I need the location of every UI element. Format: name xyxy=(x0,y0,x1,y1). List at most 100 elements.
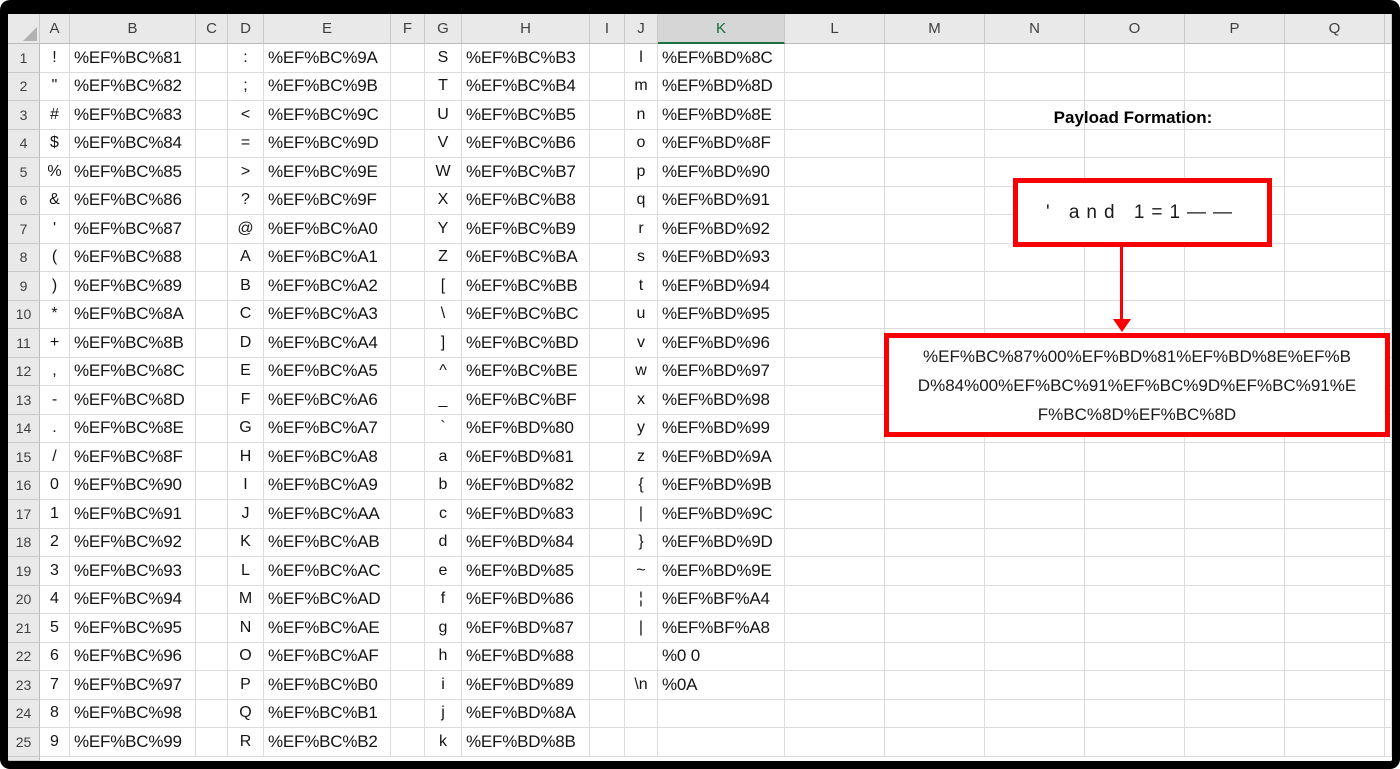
cell-A18[interactable]: 2 xyxy=(40,528,70,557)
cell-Q17[interactable] xyxy=(1285,500,1385,529)
cell-A13[interactable]: - xyxy=(40,386,70,415)
cell-B4[interactable]: %EF%BC%84 xyxy=(70,129,196,158)
cell-H1[interactable]: %EF%BC%B3 xyxy=(462,44,590,73)
cell-P6[interactable] xyxy=(1185,186,1285,215)
cell-A16[interactable]: 0 xyxy=(40,471,70,500)
cell-C9[interactable] xyxy=(196,272,228,301)
cell-H13[interactable]: %EF%BC%BF xyxy=(462,386,590,415)
cell-E8[interactable]: %EF%BC%A1 xyxy=(264,243,391,272)
cell-K23[interactable]: %0A xyxy=(658,671,785,700)
cell-Q14[interactable] xyxy=(1285,414,1385,443)
cell-partial-24[interactable] xyxy=(1385,699,1392,728)
cell-J3[interactable]: n xyxy=(625,101,658,130)
cell-L18[interactable] xyxy=(785,528,885,557)
cell-partial-4[interactable] xyxy=(1385,129,1392,158)
cell-H8[interactable]: %EF%BC%BA xyxy=(462,243,590,272)
cell-Q10[interactable] xyxy=(1285,300,1385,329)
cell-C15[interactable] xyxy=(196,443,228,472)
cell-O20[interactable] xyxy=(1085,585,1185,614)
cell-H9[interactable]: %EF%BC%BB xyxy=(462,272,590,301)
cell-partial-21[interactable] xyxy=(1385,614,1392,643)
cell-G20[interactable]: f xyxy=(425,585,462,614)
cell-O7[interactable] xyxy=(1085,215,1185,244)
cell-C21[interactable] xyxy=(196,614,228,643)
cell-P25[interactable] xyxy=(1185,728,1285,757)
cell-C22[interactable] xyxy=(196,642,228,671)
cell-L25[interactable] xyxy=(785,728,885,757)
cell-M10[interactable] xyxy=(885,300,985,329)
cell-H25[interactable]: %EF%BD%8B xyxy=(462,728,590,757)
cell-C1[interactable] xyxy=(196,44,228,73)
cell-F15[interactable] xyxy=(391,443,425,472)
cell-A2[interactable]: " xyxy=(40,72,70,101)
cell-H5[interactable]: %EF%BC%B7 xyxy=(462,158,590,187)
column-header-P[interactable]: P xyxy=(1185,14,1285,44)
cell-E9[interactable]: %EF%BC%A2 xyxy=(264,272,391,301)
cell-O21[interactable] xyxy=(1085,614,1185,643)
cell-N21[interactable] xyxy=(985,614,1085,643)
cell-partial-7[interactable] xyxy=(1385,215,1392,244)
cell-I19[interactable] xyxy=(590,557,625,586)
cell-K4[interactable]: %EF%BD%8F xyxy=(658,129,785,158)
column-header-D[interactable]: D xyxy=(228,14,264,44)
cell-C18[interactable] xyxy=(196,528,228,557)
row-header-1[interactable]: 1 xyxy=(8,44,40,73)
column-header-C[interactable]: C xyxy=(196,14,228,44)
cell-A14[interactable]: . xyxy=(40,414,70,443)
cell-E12[interactable]: %EF%BC%A5 xyxy=(264,357,391,386)
cell-L1[interactable] xyxy=(785,44,885,73)
cell-F18[interactable] xyxy=(391,528,425,557)
cell-N20[interactable] xyxy=(985,585,1085,614)
cell-B20[interactable]: %EF%BC%94 xyxy=(70,585,196,614)
cell-partial-11[interactable] xyxy=(1385,329,1392,358)
cell-Q11[interactable] xyxy=(1285,329,1385,358)
cell-D13[interactable]: F xyxy=(228,386,264,415)
row-header-17[interactable]: 17 xyxy=(8,500,40,529)
row-header-12[interactable]: 12 xyxy=(8,357,40,386)
row-header-16[interactable]: 16 xyxy=(8,471,40,500)
cell-O8[interactable] xyxy=(1085,243,1185,272)
cell-B18[interactable]: %EF%BC%92 xyxy=(70,528,196,557)
cell-N7[interactable] xyxy=(985,215,1085,244)
cell-C12[interactable] xyxy=(196,357,228,386)
cell-F19[interactable] xyxy=(391,557,425,586)
cell-A11[interactable]: + xyxy=(40,329,70,358)
cell-partial-12[interactable] xyxy=(1385,357,1392,386)
column-header-M[interactable]: M xyxy=(885,14,985,44)
cell-M11[interactable] xyxy=(885,329,985,358)
cell-N5[interactable] xyxy=(985,158,1085,187)
cell-P22[interactable] xyxy=(1185,642,1285,671)
cell-I12[interactable] xyxy=(590,357,625,386)
cell-E20[interactable]: %EF%BC%AD xyxy=(264,585,391,614)
cell-C6[interactable] xyxy=(196,186,228,215)
cell-O5[interactable] xyxy=(1085,158,1185,187)
cell-A12[interactable]: , xyxy=(40,357,70,386)
cell-L17[interactable] xyxy=(785,500,885,529)
cell-P16[interactable] xyxy=(1185,471,1285,500)
cell-O25[interactable] xyxy=(1085,728,1185,757)
cell-C5[interactable] xyxy=(196,158,228,187)
cell-J10[interactable]: u xyxy=(625,300,658,329)
cell-Q18[interactable] xyxy=(1285,528,1385,557)
cell-partial-9[interactable] xyxy=(1385,272,1392,301)
cell-D9[interactable]: B xyxy=(228,272,264,301)
cell-C16[interactable] xyxy=(196,471,228,500)
cell-K16[interactable]: %EF%BD%9B xyxy=(658,471,785,500)
cell-D16[interactable]: I xyxy=(228,471,264,500)
cell-P9[interactable] xyxy=(1185,272,1285,301)
cell-F11[interactable] xyxy=(391,329,425,358)
cell-C10[interactable] xyxy=(196,300,228,329)
cell-K7[interactable]: %EF%BD%92 xyxy=(658,215,785,244)
cell-N6[interactable] xyxy=(985,186,1085,215)
cell-Q13[interactable] xyxy=(1285,386,1385,415)
cell-partial-3[interactable] xyxy=(1385,101,1392,130)
row-header-5[interactable]: 5 xyxy=(8,158,40,187)
cell-C7[interactable] xyxy=(196,215,228,244)
cell-L7[interactable] xyxy=(785,215,885,244)
column-header-G[interactable]: G xyxy=(425,14,462,44)
cell-L23[interactable] xyxy=(785,671,885,700)
cell-P12[interactable] xyxy=(1185,357,1285,386)
cell-B10[interactable]: %EF%BC%8A xyxy=(70,300,196,329)
cell-Q4[interactable] xyxy=(1285,129,1385,158)
cell-L15[interactable] xyxy=(785,443,885,472)
